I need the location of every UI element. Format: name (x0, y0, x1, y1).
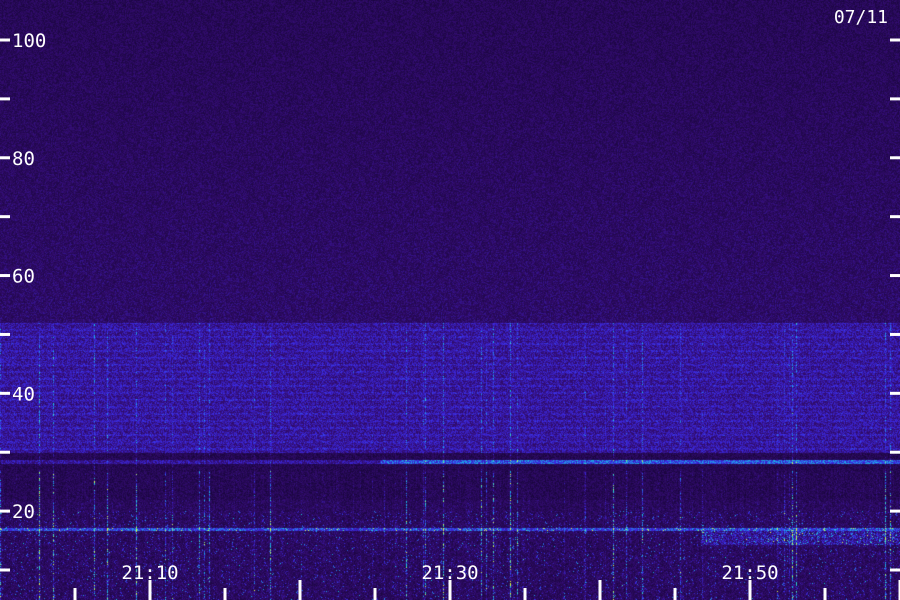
x-tick (298, 580, 302, 600)
y-tick-right-80 (890, 156, 900, 160)
y-tick-right-70 (890, 215, 900, 219)
x-tick-label: 21:10 (121, 562, 178, 584)
y-tick-right-50 (890, 332, 900, 336)
y-tick-label: 100 (12, 30, 46, 52)
x-tick (73, 588, 77, 600)
x-tick (598, 580, 602, 600)
y-tick-right-30 (890, 450, 900, 454)
y-tick-left-90 (0, 97, 10, 101)
x-tick (823, 588, 827, 600)
y-tick-left-50 (0, 332, 10, 336)
y-tick-left-30 (0, 450, 10, 454)
x-axis: 21:10 21:30 21:50 (73, 562, 900, 600)
y-tick-left-20 (0, 509, 10, 513)
y-tick-label: 80 (12, 148, 35, 170)
x-tick (673, 588, 677, 600)
x-tick-label: 21:50 (721, 562, 778, 584)
y-tick-label: 40 (12, 383, 35, 405)
date-label: 07/11 (834, 7, 888, 28)
chart-overlay: 100 80 60 40 20 21:10 21:30 21:50 07/11 (0, 7, 900, 600)
y-tick-right-20 (890, 509, 900, 513)
y-tick-right-60 (890, 274, 900, 278)
y-tick-left-80 (0, 156, 10, 160)
y-tick-left-40 (0, 391, 10, 395)
x-tick (223, 588, 227, 600)
y-tick-right-100 (890, 38, 900, 42)
y-tick-label: 20 (12, 501, 35, 523)
x-tick-label: 21:30 (421, 562, 478, 584)
x-tick (523, 588, 527, 600)
y-tick-right-10 (890, 568, 900, 572)
y-tick-right-40 (890, 391, 900, 395)
y-tick-left-100 (0, 38, 10, 42)
y-tick-left-70 (0, 215, 10, 219)
y-tick-right-90 (890, 97, 900, 101)
x-tick (373, 588, 377, 600)
y-tick-label: 60 (12, 266, 35, 288)
y-tick-left-60 (0, 274, 10, 278)
spectrogram-chart: 100 80 60 40 20 21:10 21:30 21:50 07/11 (0, 0, 900, 600)
y-tick-left-10 (0, 568, 10, 572)
y-axis: 100 80 60 40 20 (0, 30, 900, 572)
